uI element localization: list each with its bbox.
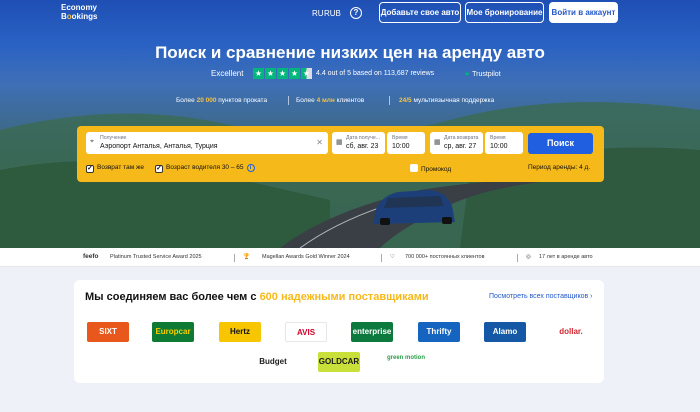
supplier-logo-green-motion[interactable]: green motion xyxy=(385,352,427,372)
awards-bar: feefo Platinum Trusted Service Award 202… xyxy=(0,248,700,267)
rating-stars: ★ ★ ★ ★ ★ xyxy=(253,68,312,80)
search-button[interactable]: Поиск xyxy=(528,133,593,154)
rental-period: Период аренды: 4 д. xyxy=(528,164,591,171)
heart-icon: ♡ xyxy=(390,254,395,260)
checkbox-unchecked-icon xyxy=(410,164,418,172)
checkbox-checked-icon: ✓ xyxy=(155,165,163,173)
pickup-location-field[interactable]: ⌖ Получение Аэропорт Анталья, Анталья, Т… xyxy=(86,132,328,154)
return-date-field[interactable]: ▦ Дата возврата ср, авг. 27 xyxy=(430,132,483,154)
divider xyxy=(381,254,382,262)
supplier-logo-hertz[interactable]: Hertz xyxy=(219,322,261,342)
return-time-value: 10:00 xyxy=(490,143,508,150)
pickup-time-value: 10:00 xyxy=(392,143,410,150)
return-date-value: ср, авг. 27 xyxy=(444,143,477,150)
chevron-right-icon: › xyxy=(590,293,593,300)
supplier-logo-goldcar[interactable]: GOLDCAR xyxy=(318,352,360,372)
return-time-field[interactable]: Время 10:00 xyxy=(485,132,523,154)
checkbox-checked-icon: ✓ xyxy=(86,165,94,173)
supplier-logo-alamo[interactable]: Alamo xyxy=(484,322,526,342)
stat-divider xyxy=(389,96,390,105)
trustpilot-star-icon: ★ xyxy=(464,71,471,78)
supplier-logo-thrifty[interactable]: Thrifty xyxy=(418,322,460,342)
stat-customers: Более 4 млн клиентов xyxy=(296,97,365,104)
see-all-suppliers-link[interactable]: Посмотреть всех поставщиков › xyxy=(489,293,593,300)
pickup-location-label: Получение xyxy=(100,135,127,141)
magellan-award-text: Magellan Awards Gold Winner 2024 xyxy=(262,254,350,260)
hero-background xyxy=(0,102,700,248)
my-booking-button[interactable]: Мое бронирование xyxy=(465,2,544,23)
add-car-button[interactable]: Добавьте свое авто xyxy=(379,2,461,23)
feefo-logo: feefo xyxy=(83,253,99,260)
magellan-award-icon: 🏆 xyxy=(243,254,250,260)
supplier-logo-budget[interactable]: Budget xyxy=(252,352,294,372)
supplier-logo-avis[interactable]: AVIS xyxy=(285,322,327,342)
return-date-label: Дата возврата xyxy=(444,135,479,141)
pickup-date-field[interactable]: ▦ Дата получе... сб, авг. 23 xyxy=(332,132,385,154)
location-pin-icon: ⌖ xyxy=(90,138,94,145)
driver-age-checkbox[interactable]: ✓ Возраст водителя 30 – 65 i xyxy=(155,164,255,173)
help-icon[interactable]: ? xyxy=(350,7,362,19)
promo-code-checkbox[interactable]: Промокод xyxy=(410,164,451,173)
pickup-date-label: Дата получе... xyxy=(346,135,381,141)
return-time-label: Время xyxy=(490,135,506,141)
star-icon: ★ xyxy=(265,68,276,79)
info-icon[interactable]: i xyxy=(246,164,255,172)
trustpilot-logo: ★ Trustpilot xyxy=(464,71,501,78)
star-icon: ★ xyxy=(277,68,288,79)
stat-locations: Более 20 000 пунктов проката xyxy=(176,97,268,104)
pickup-date-value: сб, авг. 23 xyxy=(346,143,379,150)
suppliers-card: Мы соединяем вас более чем с 600 надежны… xyxy=(74,280,604,383)
pickup-location-value: Аэропорт Анталья, Анталья, Турция xyxy=(100,143,218,150)
supplier-logo-enterprise[interactable]: enterprise xyxy=(351,322,393,342)
rating-text: 4.4 out of 5 based on 113,687 reviews xyxy=(316,70,435,77)
currency-selector[interactable]: RUB xyxy=(324,9,341,18)
clear-icon[interactable]: ✕ xyxy=(316,138,323,147)
login-button[interactable]: Войти в аккаунт xyxy=(549,2,618,23)
rating-label: Excellent xyxy=(211,69,244,78)
divider xyxy=(517,254,518,262)
feefo-award-text: Platinum Trusted Service Award 2025 xyxy=(110,254,202,260)
supplier-logo-europcar[interactable]: Europcar xyxy=(152,322,194,342)
logo-line2: Bookings xyxy=(61,11,98,21)
top-header: Economy Bookings RU RUB ? Добавьте свое … xyxy=(0,0,700,27)
stat-support: 24/5 мультиязычная поддержка xyxy=(399,97,495,104)
supplier-logo-dollar[interactable]: dollar. xyxy=(550,322,592,342)
pickup-time-field[interactable]: Время 10:00 xyxy=(387,132,425,154)
hero-section: Economy Bookings RU RUB ? Добавьте свое … xyxy=(0,0,700,248)
divider xyxy=(234,254,235,262)
search-panel: ⌖ Получение Аэропорт Анталья, Анталья, Т… xyxy=(77,126,604,182)
suppliers-title: Мы соединяем вас более чем с 600 надежны… xyxy=(85,291,429,303)
same-return-checkbox[interactable]: ✓ Возврат там же xyxy=(86,164,144,173)
years-text: 17 лет в аренде авто xyxy=(539,254,593,260)
medal-icon: ◎ xyxy=(526,254,531,260)
star-icon: ★ xyxy=(289,68,300,79)
pickup-time-label: Время xyxy=(392,135,408,141)
star-icon: ★ xyxy=(253,68,264,79)
language-selector[interactable]: RU xyxy=(312,9,324,18)
stat-divider xyxy=(288,96,289,105)
site-logo[interactable]: Economy Bookings xyxy=(61,3,98,21)
calendar-icon: ▦ xyxy=(336,139,343,146)
calendar-icon: ▦ xyxy=(434,139,441,146)
customers-text: 700 000+ постоянных клиентов xyxy=(405,254,485,260)
hero-title: Поиск и сравнение низких цен на аренду а… xyxy=(155,43,545,62)
star-half-icon: ★ xyxy=(301,68,312,79)
supplier-logo-sixt[interactable]: SIXT xyxy=(87,322,129,342)
